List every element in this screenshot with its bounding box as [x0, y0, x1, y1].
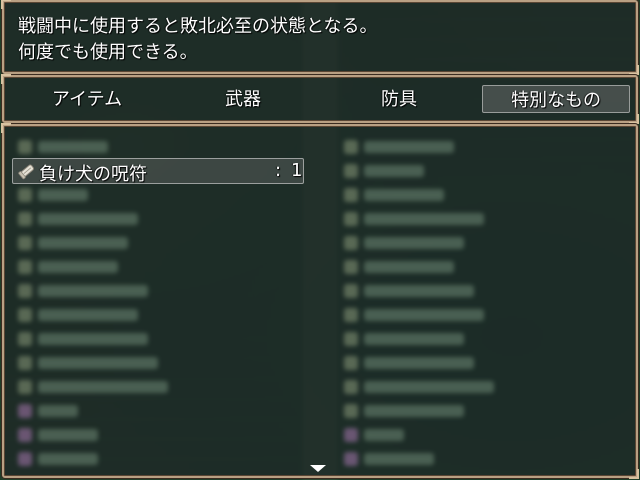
help-window: 戦闘中に使用すると敗北必至の状態となる。 何度でも使用できる。: [1, 0, 639, 75]
item-list-window: 負け犬の呪符 : 1: [1, 123, 639, 479]
tab-key-items[interactable]: 特別なもの: [482, 85, 630, 113]
list-item[interactable]: 負け犬の呪符 : 1: [12, 158, 304, 185]
scroll-icon: [17, 161, 37, 181]
help-text-line-1: 戦闘中に使用すると敗北必至の状態となる。: [18, 16, 378, 37]
item-count: 1: [291, 160, 303, 181]
category-tab-window: アイテム 武器 防具 特別なもの: [1, 74, 639, 124]
scroll-down-arrow-icon[interactable]: [310, 465, 326, 472]
item-count-separator: :: [275, 160, 282, 181]
tab-weapons[interactable]: 武器: [170, 85, 316, 111]
item-name: 負け犬の呪符: [39, 164, 147, 185]
tab-item[interactable]: アイテム: [14, 85, 160, 111]
tab-armor[interactable]: 防具: [326, 85, 472, 111]
help-text-line-2: 何度でも使用できる。: [18, 42, 198, 63]
